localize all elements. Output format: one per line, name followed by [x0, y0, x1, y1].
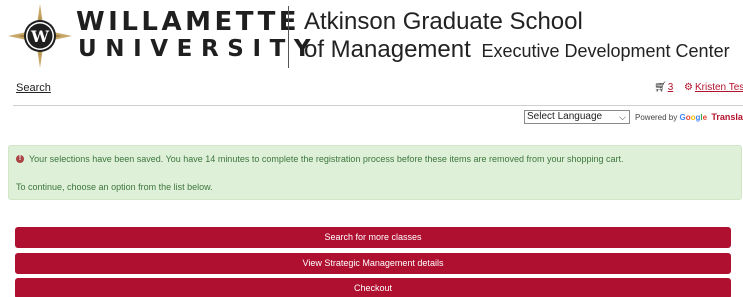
user-name: Kristen Test [694, 82, 743, 93]
school-name-main: of Management [304, 36, 471, 63]
alert-message: Your selections have been saved. You hav… [29, 154, 624, 164]
site-header: W WILLAMETTE UNIVERSITY Atkinson Graduat… [0, 0, 743, 76]
powered-by-google: Powered by Google Translate [635, 112, 743, 122]
chevron-down-icon: ⌵ [619, 112, 626, 122]
header-divider [288, 6, 289, 68]
nav-row: Search 🛒︎3 ⚙ Kristen Test [0, 80, 743, 102]
gear-icon: ⚙ [684, 82, 693, 93]
user-account-link[interactable]: ⚙ Kristen Test [684, 82, 743, 93]
alert-instruction: To continue, choose an option from the l… [16, 182, 213, 192]
alert-exclamation-icon: ! [16, 155, 24, 163]
language-select[interactable]: Select Language ⌵ [524, 110, 630, 124]
willamette-seal-logo[interactable]: W [8, 4, 72, 68]
wordmark-line-1: WILLAMETTE [76, 7, 301, 37]
university-wordmark: WILLAMETTE UNIVERSITY [76, 8, 319, 62]
cart-link[interactable]: 🛒︎3 [654, 82, 673, 93]
cart-saved-alert: ! Your selections have been saved. You h… [8, 145, 742, 200]
powered-by-text: Powered by [635, 113, 678, 122]
school-name-line-2: of Management Executive Development Cent… [304, 36, 730, 65]
school-name-sub: Executive Development Center [481, 41, 730, 61]
page: W WILLAMETTE UNIVERSITY Atkinson Graduat… [0, 0, 743, 297]
shopping-cart-icon: 🛒︎ [654, 82, 667, 93]
translate-row: Select Language ⌵ Powered by Google Tran… [0, 110, 743, 126]
svg-text:W: W [30, 27, 50, 46]
wordmark-line-2: UNIVERSITY [78, 36, 320, 62]
school-name-line-1: Atkinson Graduate School [304, 8, 583, 35]
translate-link[interactable]: Translate [711, 112, 743, 122]
school-title: Atkinson Graduate School of Management E… [304, 8, 730, 65]
checkout-button[interactable]: Checkout [15, 278, 731, 297]
google-logo: Google [679, 113, 708, 122]
language-select-value: Select Language [527, 111, 603, 122]
search-link[interactable]: Search [16, 82, 51, 94]
search-more-classes-button[interactable]: Search for more classes [15, 227, 731, 248]
header-separator [13, 105, 743, 106]
view-details-button[interactable]: View Strategic Management details [15, 253, 731, 274]
cart-count: 3 [667, 82, 674, 93]
